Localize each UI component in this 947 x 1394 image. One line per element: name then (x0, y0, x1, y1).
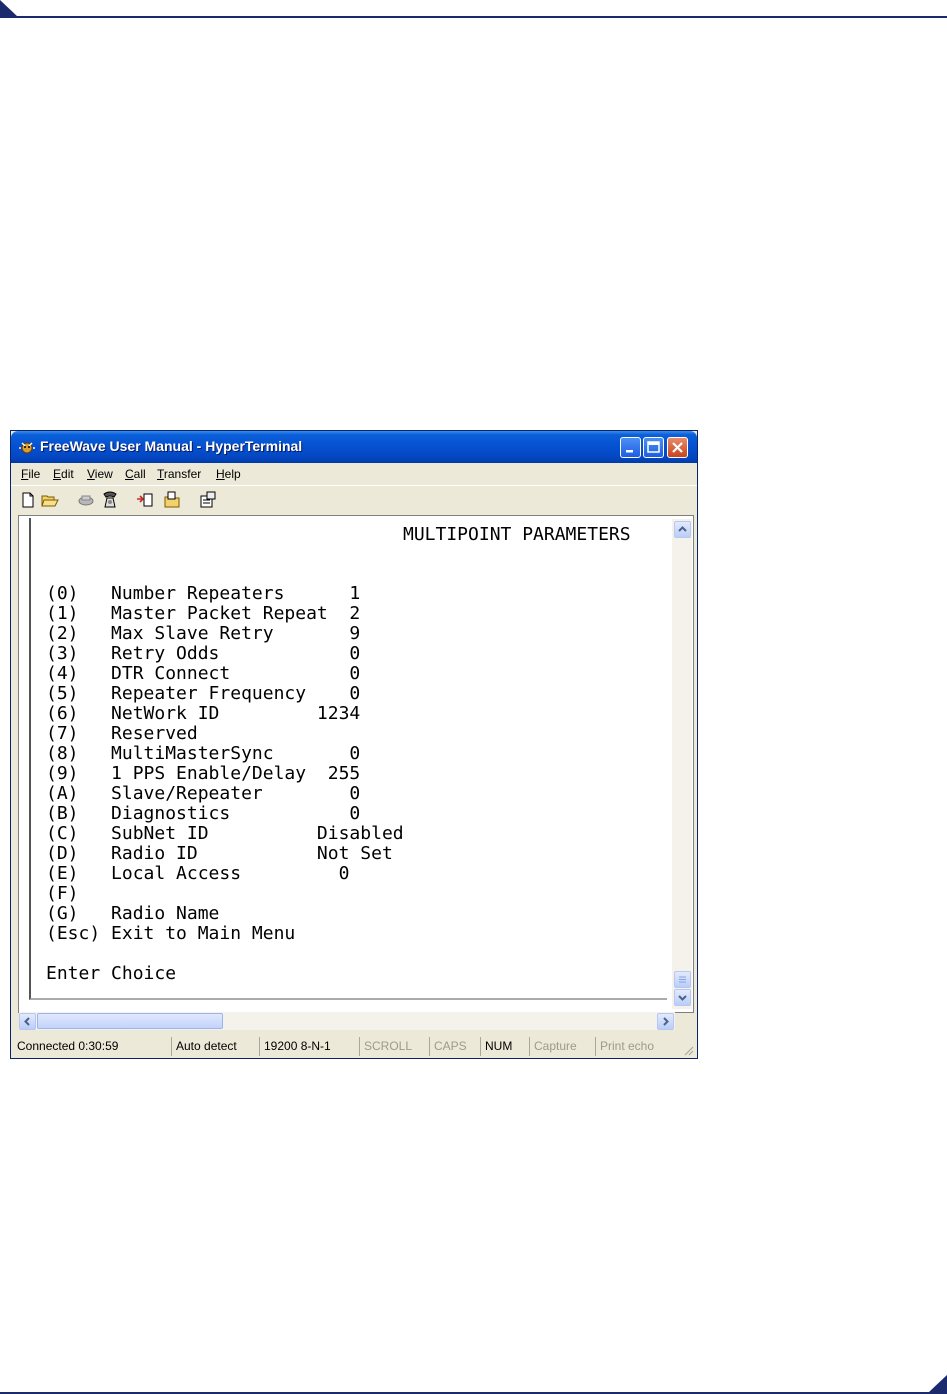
status-scroll: SCROLL (359, 1037, 429, 1056)
terminal-line: (1) Master Packet Repeat 2 (46, 603, 361, 624)
terminal-line: (6) NetWork ID 1234 (46, 703, 361, 724)
chevron-right-icon (663, 1017, 669, 1026)
terminal-line: (9) 1 PPS Enable/Delay 255 (46, 763, 361, 784)
scroll-right-button[interactable] (657, 1013, 674, 1030)
terminal-line: (5) Repeater Frequency 0 (46, 683, 361, 704)
resize-grip-icon[interactable] (681, 1043, 695, 1057)
window-title: FreeWave User Manual - HyperTerminal (40, 438, 303, 454)
new-icon[interactable] (19, 491, 37, 509)
terminal-screen[interactable]: MULTIPOINT PARAMETERS (0) Number Repeate… (29, 518, 667, 1000)
close-button[interactable] (667, 437, 688, 458)
title-bar[interactable]: FreeWave User Manual - HyperTerminal (11, 431, 697, 463)
terminal-prompt: Enter Choice (46, 963, 177, 984)
terminal-line: (D) Radio ID Not Set (46, 843, 393, 864)
status-capture: Capture (529, 1037, 595, 1056)
terminal-line: (B) Diagnostics 0 (46, 803, 361, 824)
close-icon (672, 442, 683, 453)
terminal-line: (8) MultiMasterSync 0 (46, 743, 361, 764)
minimize-icon (626, 450, 633, 453)
status-port-settings: 19200 8-N-1 (259, 1037, 359, 1056)
toolbar (11, 485, 697, 514)
page-header-corner (0, 0, 18, 17)
scroll-down-button[interactable] (674, 989, 691, 1006)
terminal-line: (Esc) Exit to Main Menu (46, 923, 296, 944)
properties-icon[interactable] (199, 491, 217, 509)
send-icon[interactable] (136, 491, 154, 509)
chevron-up-icon (678, 526, 687, 532)
terminal-frame: MULTIPOINT PARAMETERS (0) Number Repeate… (18, 515, 694, 1013)
page-footer-corner (929, 1375, 947, 1392)
chevron-down-icon (678, 995, 687, 1001)
maximize-icon (647, 441, 660, 453)
terminal-line: (3) Retry Odds 0 (46, 643, 361, 664)
minimize-button[interactable] (620, 437, 641, 458)
scroll-left-button[interactable] (19, 1013, 36, 1030)
scroll-thumb[interactable] (674, 971, 691, 988)
status-detect: Auto detect (171, 1037, 259, 1056)
hyperterminal-window: FreeWave User Manual - HyperTerminal Fil… (10, 430, 698, 1059)
status-caps: CAPS (429, 1037, 480, 1056)
open-icon[interactable] (41, 491, 59, 509)
horizontal-scroll-thumb[interactable] (37, 1013, 223, 1029)
status-print-echo: Print echo (595, 1037, 679, 1056)
menu-edit[interactable]: Edit (53, 467, 74, 481)
terminal-line: (G) Radio Name (46, 903, 220, 924)
terminal-line: (A) Slave/Repeater 0 (46, 783, 361, 804)
status-num: NUM (480, 1037, 529, 1056)
terminal-line: (4) DTR Connect 0 (46, 663, 361, 684)
terminal-line: (2) Max Slave Retry 9 (46, 623, 361, 644)
menu-call[interactable]: Call (125, 467, 146, 481)
menu-help[interactable]: Help (216, 467, 241, 481)
menu-view[interactable]: View (87, 467, 113, 481)
page-header-rule (0, 16, 947, 18)
chevron-left-icon (24, 1017, 30, 1026)
dial-icon[interactable] (101, 491, 119, 509)
status-connected: Connected 0:30:59 (17, 1039, 119, 1053)
terminal-line: (0) Number Repeaters 1 (46, 583, 361, 604)
receive-icon[interactable] (163, 491, 181, 509)
horizontal-scrollbar[interactable] (19, 1012, 675, 1030)
status-bar: Connected 0:30:59 Auto detect 19200 8-N-… (11, 1033, 697, 1058)
grip-icon (679, 976, 686, 983)
menu-file[interactable]: File (21, 467, 40, 481)
hyperterminal-app-icon (19, 442, 35, 454)
vertical-scrollbar[interactable] (672, 519, 692, 1009)
terminal-line: (F) (46, 883, 79, 904)
scroll-up-button[interactable] (674, 521, 691, 538)
menu-transfer[interactable]: Transfer (157, 467, 201, 481)
menu-bar: File Edit View Call Transfer Help (11, 463, 697, 485)
terminal-line: (C) SubNet ID Disabled (46, 823, 404, 844)
terminal-header: MULTIPOINT PARAMETERS (403, 524, 631, 545)
maximize-button[interactable] (643, 437, 664, 458)
terminal-line: (7) Reserved (46, 723, 198, 744)
disconnect-icon[interactable] (77, 491, 95, 509)
terminal-line: (E) Local Access 0 (46, 863, 350, 884)
